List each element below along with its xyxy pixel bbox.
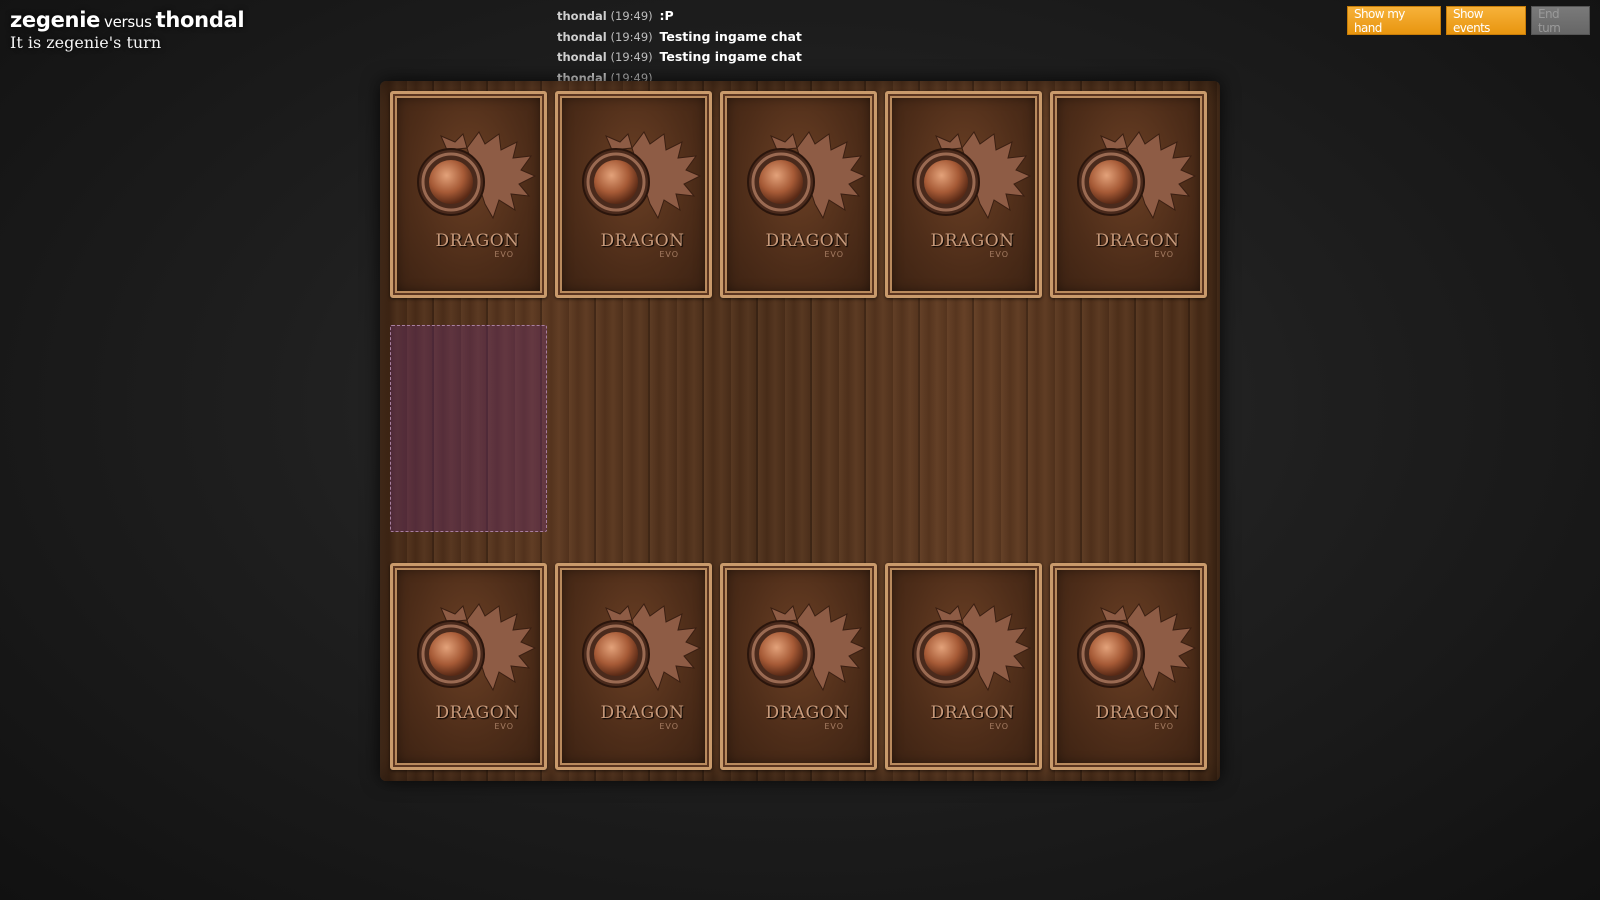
- dragon-emblem-icon: [912, 603, 1032, 692]
- player-row: DRAGON EVO DRAGON EVO DRAGON EVO DRAGON …: [390, 563, 1207, 770]
- chat-message: Testing ingame chat: [659, 49, 802, 64]
- player2-name: thondal: [155, 8, 245, 32]
- card-logo-sub: EVO: [494, 250, 514, 259]
- card-logo: DRAGON: [930, 703, 1015, 723]
- card-logo-sub: EVO: [494, 722, 514, 731]
- card-logo-sub: EVO: [659, 722, 679, 731]
- card-logo: DRAGON: [600, 231, 685, 251]
- dragon-emblem-icon: [747, 131, 867, 220]
- players-title: zegenie versus thondal: [10, 8, 245, 32]
- show-hand-button[interactable]: Show my hand: [1347, 6, 1441, 35]
- card-logo-sub: EVO: [1154, 722, 1174, 731]
- card-back[interactable]: DRAGON EVO: [885, 91, 1042, 298]
- action-buttons: Show my hand Show events End turn: [1347, 6, 1590, 35]
- dragon-emblem-icon: [417, 603, 537, 692]
- chat-message: :P: [659, 8, 674, 23]
- chat-line: thondal (19:49) :P: [557, 6, 802, 27]
- card-back[interactable]: DRAGON EVO: [555, 91, 712, 298]
- card-logo-sub: EVO: [824, 250, 844, 259]
- dragon-emblem-icon: [912, 131, 1032, 220]
- turn-indicator: It is zegenie's turn: [10, 33, 162, 52]
- chat-user: thondal: [557, 50, 607, 64]
- card-logo: DRAGON: [435, 703, 520, 723]
- card-back[interactable]: DRAGON EVO: [885, 563, 1042, 770]
- card-back[interactable]: DRAGON EVO: [1050, 563, 1207, 770]
- opponent-row: DRAGON EVO DRAGON EVO DRAGON EVO DRAGON …: [390, 91, 1207, 298]
- chat-line: thondal (19:49) Testing ingame chat: [557, 27, 802, 48]
- card-back[interactable]: DRAGON EVO: [390, 91, 547, 298]
- card-logo: DRAGON: [930, 231, 1015, 251]
- card-drop-slot[interactable]: [390, 325, 547, 532]
- card-logo-sub: EVO: [659, 250, 679, 259]
- card-back[interactable]: DRAGON EVO: [720, 91, 877, 298]
- card-logo-sub: EVO: [824, 722, 844, 731]
- game-board: DRAGON EVO DRAGON EVO DRAGON EVO DRAGON …: [380, 81, 1220, 781]
- player1-name: zegenie: [10, 8, 101, 32]
- versus-label: versus: [104, 13, 152, 31]
- chat-log: thondal (19:49) :P thondal (19:49) Testi…: [557, 6, 802, 88]
- dragon-emblem-icon: [582, 603, 702, 692]
- chat-line: thondal (19:49) Testing ingame chat: [557, 47, 802, 68]
- card-back[interactable]: DRAGON EVO: [555, 563, 712, 770]
- card-logo: DRAGON: [765, 703, 850, 723]
- chat-user: thondal: [557, 29, 607, 44]
- card-logo-sub: EVO: [989, 250, 1009, 259]
- end-turn-button: End turn: [1531, 6, 1590, 35]
- game-header: zegenie versus thondal It is zegenie's tur…: [10, 8, 245, 52]
- card-logo-sub: EVO: [1154, 250, 1174, 259]
- dragon-emblem-icon: [1077, 131, 1197, 220]
- chat-time: (19:49): [610, 9, 653, 23]
- card-back[interactable]: DRAGON EVO: [1050, 91, 1207, 298]
- dragon-emblem-icon: [1077, 603, 1197, 692]
- chat-user: thondal: [557, 9, 607, 23]
- show-events-button[interactable]: Show events: [1446, 6, 1526, 35]
- card-logo: DRAGON: [765, 231, 850, 251]
- dragon-emblem-icon: [582, 131, 702, 220]
- dragon-emblem-icon: [417, 131, 537, 220]
- chat-time: (19:49): [610, 50, 653, 64]
- card-logo: DRAGON: [1095, 703, 1180, 723]
- card-logo: DRAGON: [1095, 231, 1180, 251]
- dragon-emblem-icon: [747, 603, 867, 692]
- chat-message: Testing ingame chat: [659, 28, 802, 44]
- card-back[interactable]: DRAGON EVO: [390, 563, 547, 770]
- card-logo: DRAGON: [600, 703, 685, 723]
- card-back[interactable]: DRAGON EVO: [720, 563, 877, 770]
- card-logo-sub: EVO: [989, 722, 1009, 731]
- card-logo: DRAGON: [435, 231, 520, 251]
- chat-time: (19:49): [610, 29, 653, 44]
